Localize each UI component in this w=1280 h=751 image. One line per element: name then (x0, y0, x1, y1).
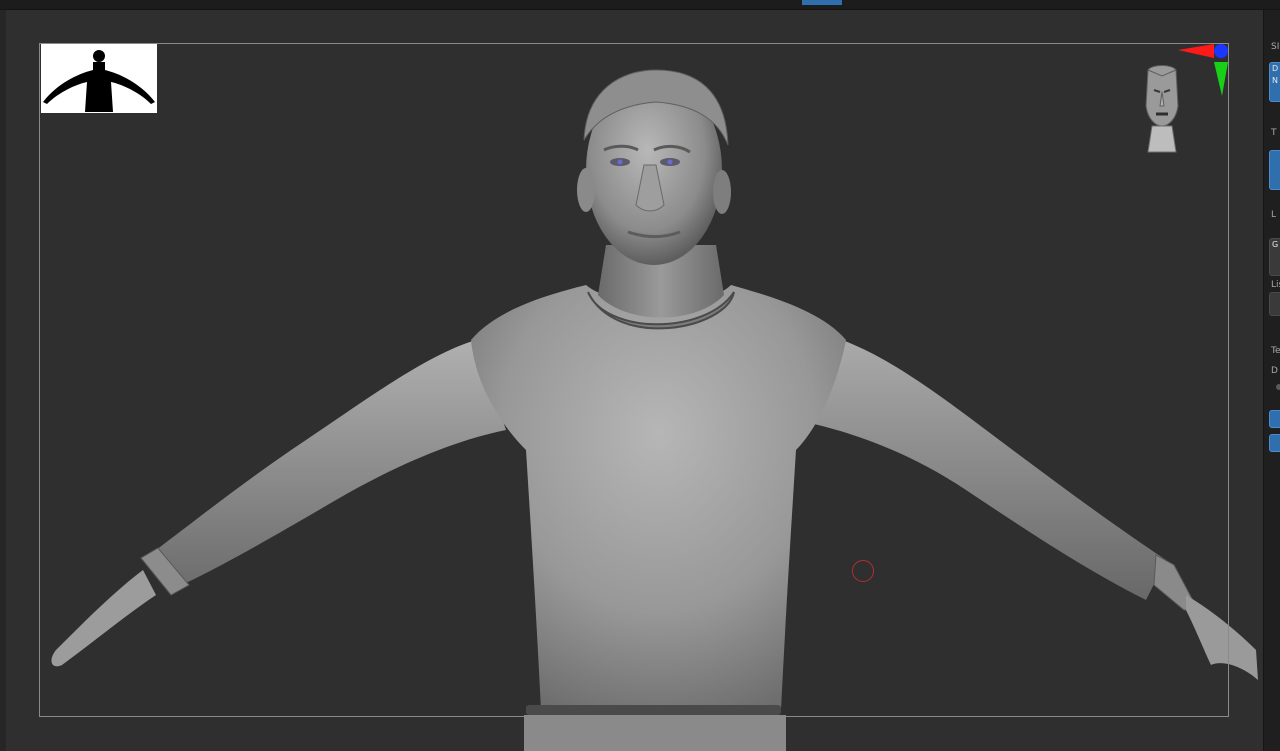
lower-body (524, 715, 786, 751)
right-arm (796, 330, 1166, 600)
brush-cursor-icon (852, 560, 874, 582)
tray-button-d[interactable]: D N (1269, 62, 1280, 102)
top-toolbar-strip (0, 0, 1280, 10)
canvas-viewport[interactable] (6, 10, 1263, 751)
tray-radio-dot[interactable] (1276, 384, 1280, 390)
active-tab-indicator[interactable] (802, 0, 842, 5)
waistband (526, 705, 781, 715)
tray-label-lis: Lis (1271, 280, 1280, 290)
tray-button-main[interactable] (1269, 150, 1280, 190)
silhouette-thumbnail-icon[interactable] (41, 44, 157, 113)
right-hand (1186, 595, 1258, 680)
tray-button-grey-g[interactable]: G (1269, 238, 1280, 276)
tray-label-l: L (1271, 210, 1277, 220)
right-ear (713, 170, 731, 214)
zbrush-window: SI D N T L G Lis Te D (0, 0, 1280, 751)
sculpt-model[interactable] (6, 10, 1263, 751)
left-hand (51, 570, 156, 667)
tray-label-t: T (1271, 128, 1277, 138)
tray-label-d2: D (1271, 366, 1278, 376)
left-ear (577, 168, 595, 212)
tray-button-g[interactable] (1269, 410, 1280, 428)
tray-button-bottom[interactable] (1269, 434, 1280, 452)
right-tray-panel: SI D N T L G Lis Te D (1263, 10, 1280, 751)
left-arm (156, 340, 506, 590)
tray-list-box[interactable] (1269, 292, 1280, 316)
tray-label-te: Te (1271, 346, 1280, 356)
tray-label-si: SI (1271, 42, 1280, 52)
torso (471, 285, 846, 710)
axis-gizmo-icon[interactable] (1176, 42, 1232, 102)
